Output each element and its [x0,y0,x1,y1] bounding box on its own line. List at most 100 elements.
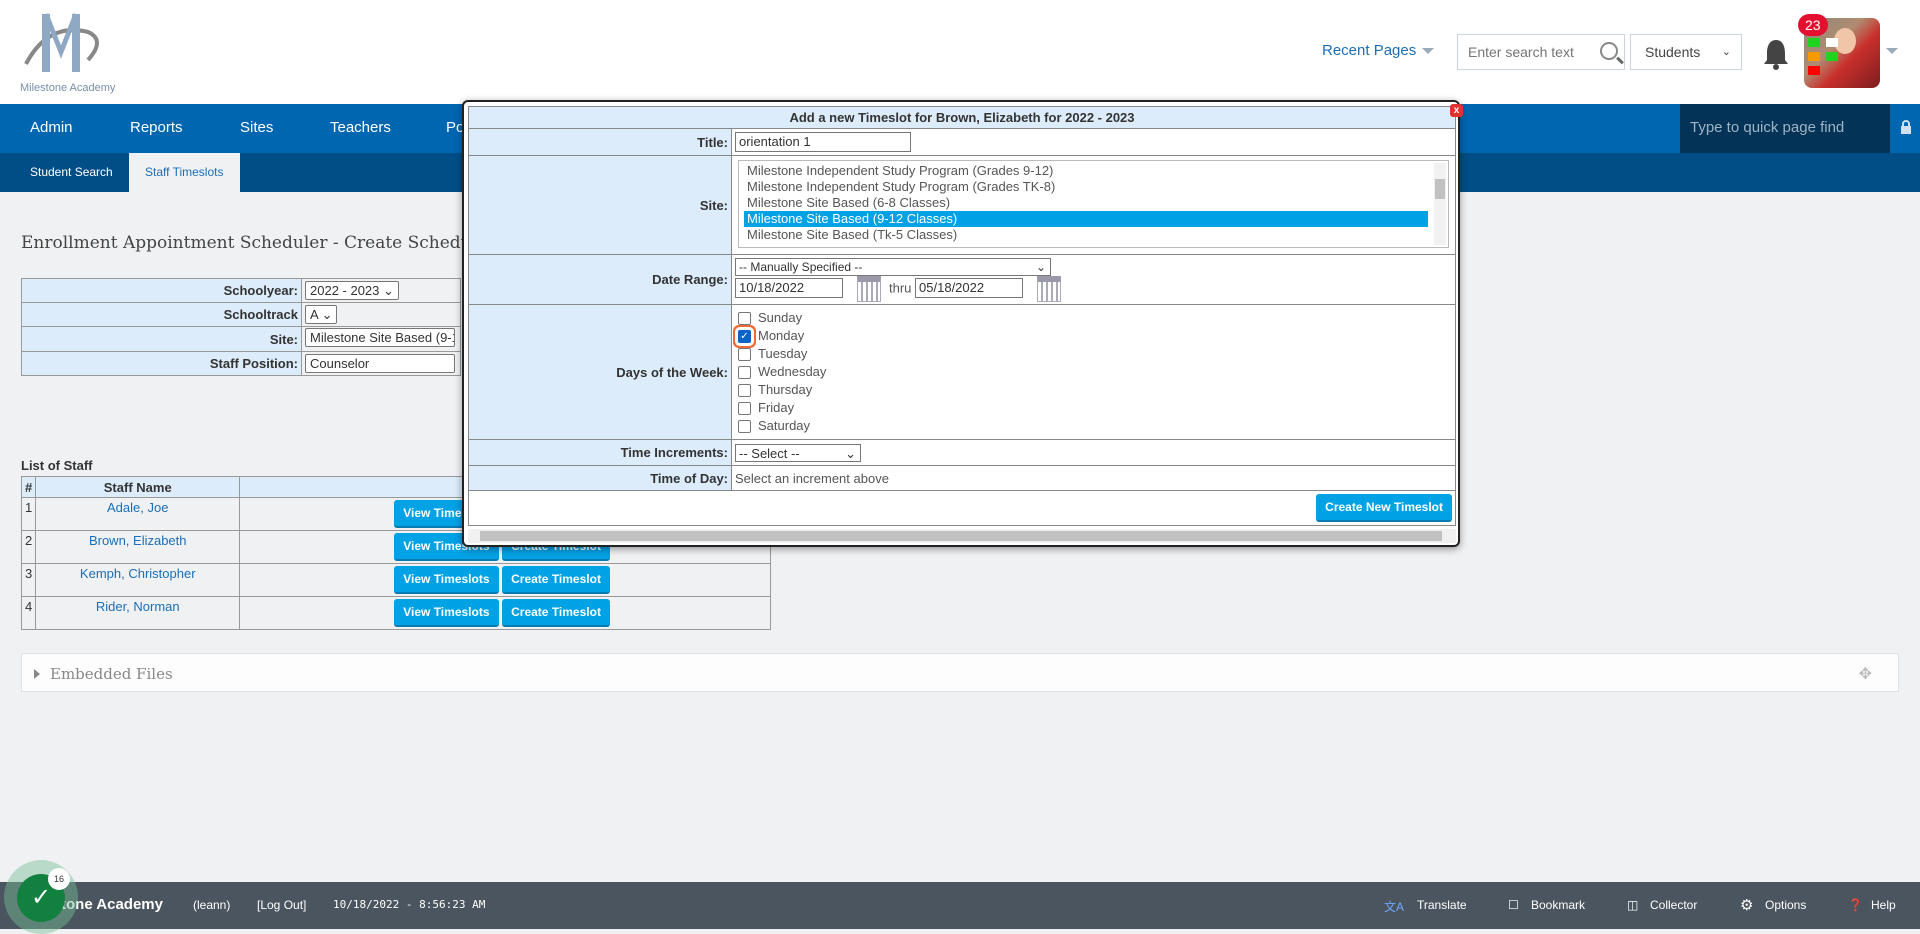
staff-name-link[interactable]: Rider, Norman [35,596,241,630]
chevron-down-icon: ⌄ [1721,46,1731,58]
embedded-files-panel[interactable]: Embedded Files ✥ [21,653,1899,692]
site-label: Site: [21,326,302,352]
view-timeslots-button[interactable]: View Timeslots [394,599,499,627]
horizontal-scrollbar[interactable] [468,529,1456,543]
staff-position-label: Staff Position: [21,351,302,376]
caret-right-icon [34,669,40,679]
site-option[interactable]: Milestone Independent Study Program (Gra… [744,179,1428,195]
day-label: Sunday [758,310,803,325]
options-button[interactable]: Options [1765,898,1806,912]
logo[interactable]: Milestone Academy [18,12,115,94]
close-icon[interactable]: x [1450,104,1463,117]
schooltrack-select[interactable]: A ⌄ [305,305,338,324]
site-option-selected[interactable]: Milestone Site Based (9-12 Classes) [744,211,1428,227]
time-of-day-text: Select an increment above [731,465,1456,491]
schoolyear-label: Schoolyear: [21,278,302,303]
flag-icon [1826,52,1838,61]
row-number: 4 [20,596,37,630]
day-sunday: Sunday [738,309,1449,327]
caret-down-icon[interactable] [1886,48,1898,54]
date-range-value: -- Manually Specified -- [739,259,863,274]
date-from-input[interactable]: 10/18/2022 [735,277,843,298]
site-listbox[interactable]: Milestone Independent Study Program (Gra… [738,160,1449,248]
task-count-badge: 16 [48,868,70,890]
schooltrack-value: A [310,307,318,322]
time-increments-select[interactable]: -- Select -- ⌄ [735,443,861,462]
day-tuesday: Tuesday [738,345,1449,363]
notification-badge: 23 [1798,14,1828,36]
calendar-icon[interactable] [857,275,881,302]
footer-datetime: 10/18/2022 - 8:56:23 AM [333,898,486,911]
nav-sites[interactable]: Sites [240,119,273,136]
collector-icon: ◫ [1627,898,1639,912]
create-new-timeslot-button[interactable]: Create New Timeslot [1316,494,1452,522]
tab-student-search[interactable]: Student Search [30,165,113,179]
create-timeslot-button[interactable]: Create Timeslot [502,599,610,627]
date-range-select[interactable]: -- Manually Specified -- ⌄ [735,257,1051,276]
search-type-value: Students [1645,44,1701,60]
schoolyear-select[interactable]: 2022 - 2023 ⌄ [305,281,399,300]
search-box [1457,34,1625,70]
schoolyear-value: 2022 - 2023 [310,283,380,298]
date-range-label: Date Range: [468,254,732,305]
staff-name-link[interactable]: Adale, Joe [35,497,241,531]
day-thursday: Thursday [738,381,1449,399]
caret-down-icon [1422,48,1435,55]
flag-icon [1808,52,1820,61]
recent-pages-label: Recent Pages [1322,42,1417,59]
staff-position-select[interactable]: Counselor [305,354,455,373]
time-increments-label: Time Increments: [468,439,732,466]
day-checkbox[interactable] [738,312,751,326]
bookmark-button[interactable]: Bookmark [1531,898,1585,912]
day-checkbox[interactable] [738,402,751,416]
row-number: 1 [20,497,37,531]
help-icon: ❓ [1848,898,1863,912]
day-checkbox[interactable]: ✓ [738,330,751,344]
logout-link[interactable]: [Log Out] [257,898,306,912]
day-checkbox[interactable] [738,348,751,362]
title-input[interactable]: orientation 1 [735,132,911,152]
date-to-input[interactable]: 05/18/2022 [915,277,1024,298]
calendar-icon[interactable] [1037,275,1062,302]
day-checkbox[interactable] [738,420,751,434]
scrollbar[interactable] [1434,163,1446,245]
add-timeslot-dialog: Add a new Timeslot for Brown, Elizabeth … [462,100,1460,547]
thru-label: thru [889,279,912,295]
title-label: Title: [468,128,732,156]
search-input[interactable] [1458,35,1588,69]
logo-m-icon [24,13,99,72]
quick-page-find-input[interactable]: Type to quick page find [1680,104,1890,153]
day-checkbox[interactable] [738,384,751,398]
lock-icon[interactable] [1900,120,1912,134]
search-type-select[interactable]: Students ⌄ [1630,34,1742,70]
nav-reports[interactable]: Reports [130,119,183,136]
day-label: Tuesday [758,346,808,361]
site-option[interactable]: Milestone Independent Study Program (Gra… [744,163,1428,179]
site-select[interactable]: Milestone Site Based (9-1 [305,328,455,347]
time-increments-value: -- Select -- [739,445,800,461]
view-timeslots-button[interactable]: View Timeslots [394,566,499,594]
search-icon[interactable] [1600,42,1618,60]
move-icon[interactable]: ✥ [1859,664,1872,683]
create-timeslot-button[interactable]: Create Timeslot [502,566,610,594]
translate-button[interactable]: Translate [1417,898,1467,912]
bell-icon[interactable] [1762,38,1790,70]
help-button[interactable]: Help [1871,898,1896,912]
site-option[interactable]: Milestone Site Based (Tk-5 Classes) [744,227,1428,243]
filter-form: Schoolyear: 2022 - 2023 ⌄ Schooltrack A ⌄ … [21,278,461,376]
collector-button[interactable]: Collector [1650,898,1697,912]
gear-icon: ⚙ [1740,897,1754,914]
staff-name-link[interactable]: Brown, Elizabeth [35,530,241,564]
table-row: 4 Rider, Norman View Timeslots Create Time… [20,596,771,630]
staff-name-link[interactable]: Kemph, Christopher [35,563,241,597]
nav-teachers[interactable]: Teachers [330,119,391,136]
day-label: Thursday [758,382,813,397]
nav-admin[interactable]: Admin [30,119,73,136]
recent-pages-menu[interactable]: Recent Pages [1322,42,1435,59]
site-option[interactable]: Milestone Site Based (6-8 Classes) [744,195,1428,211]
tab-staff-timeslots[interactable]: Staff Timeslots [129,153,240,192]
dialog-title: Add a new Timeslot for Brown, Elizabeth … [468,106,1456,129]
footer-bar: tone Academy (leann) [Log Out] 10/18/202… [0,882,1920,929]
flag-icon [1808,66,1820,75]
day-checkbox[interactable] [738,366,751,380]
